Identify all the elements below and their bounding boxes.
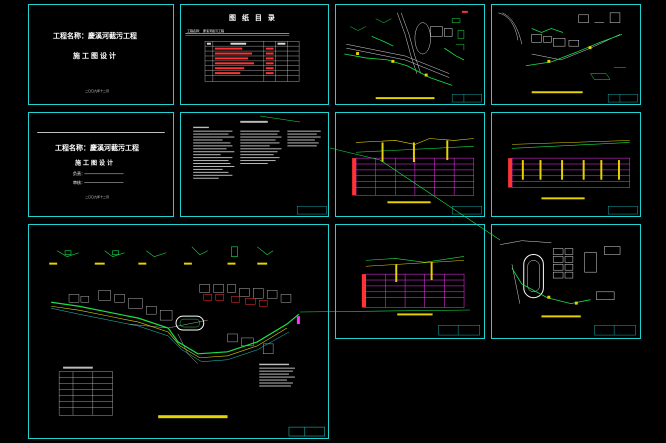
general-notes-text-block (193, 120, 327, 215)
master-plan-drawing (49, 246, 325, 437)
plan-1-drawing (344, 10, 482, 103)
cover-2-date: 二〇〇九年十二月 (85, 195, 110, 199)
cover-project-title: 工程名称：慶溪河截污工程 (53, 33, 137, 40)
profile-3-drawing (361, 256, 480, 336)
index-table (185, 33, 300, 82)
sheet-cover-2[interactable]: 工程名称：慶溪河截污工程 施工图设计 负责： 审核： 二〇〇九年十二月 (28, 112, 174, 217)
sheet-cover[interactable]: 工程名称：慶溪河截污工程 施工图设计 二〇〇九年十二月 (28, 4, 174, 105)
cover-2-underlines (84, 173, 124, 183)
sheet-profile-1[interactable] (335, 112, 485, 217)
sheet-profile-2[interactable] (491, 112, 641, 217)
sheet-plan-2[interactable] (491, 4, 641, 105)
sheet-drawing-index[interactable]: 图 纸 目 录 工程名称： 慶溪河截污工程 (180, 4, 329, 105)
cover-stage: 施工图设计 (73, 53, 118, 60)
cover-date: 二〇〇九年十二月 (85, 89, 110, 93)
sheet-master-plan[interactable] (28, 224, 329, 439)
sheet-plan-1[interactable] (335, 4, 485, 105)
site-plan-drawing (500, 240, 636, 336)
sheet-site-plan[interactable] (491, 224, 641, 339)
plan-2-drawing (498, 12, 638, 103)
cad-drawing-canvas[interactable]: 工程名称：慶溪河截污工程 施工图设计 二〇〇九年十二月 图 纸 目 录 工程名称… (0, 0, 666, 443)
profile-2-drawing (508, 140, 638, 215)
sheet-profile-3[interactable] (335, 224, 485, 339)
sheet-general-notes[interactable] (180, 112, 329, 217)
profile-1-drawing (352, 138, 482, 215)
